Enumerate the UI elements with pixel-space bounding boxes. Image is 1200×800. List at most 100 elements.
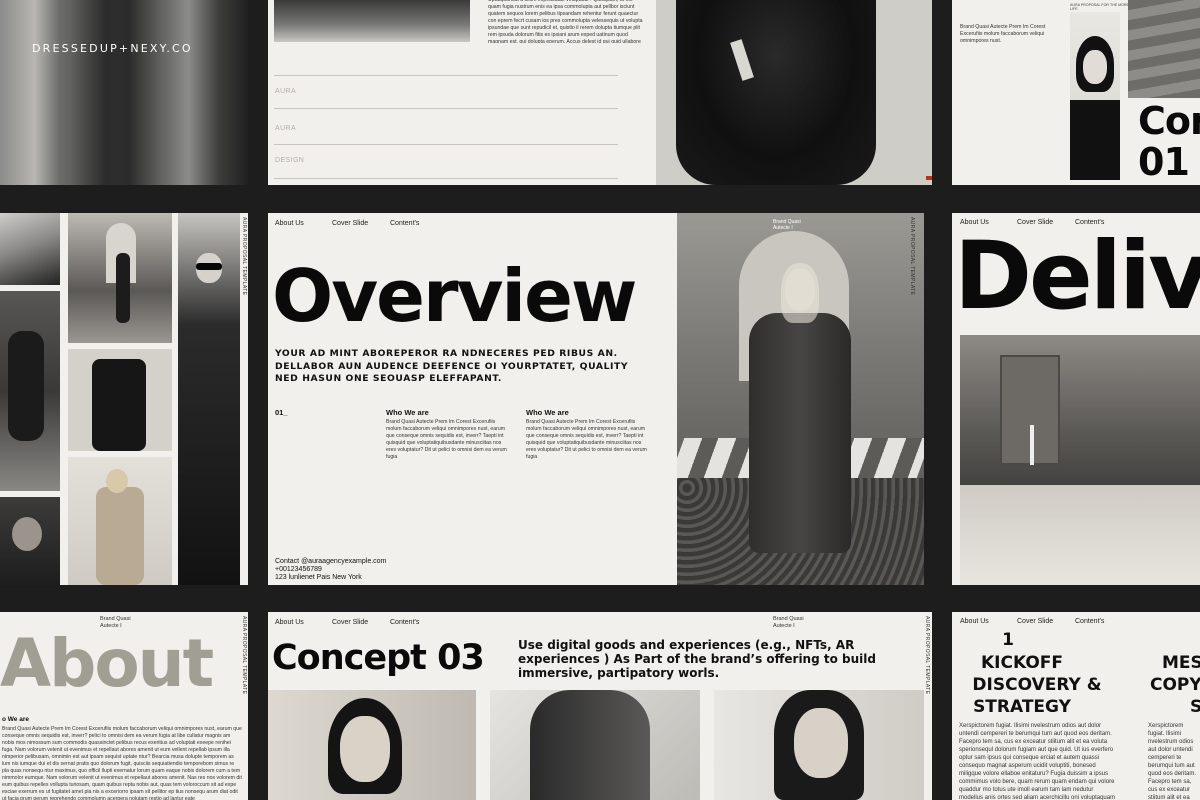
contact-address: 123 lunlienet Pais New York [275,574,362,581]
tr-caption: AURA PROPOSAL FOR THE MORE LIFE [1070,3,1129,11]
table-shape [960,485,1200,585]
collage-photo-4 [0,291,60,491]
trench-figure [96,487,144,585]
tr-title-line1: Con [1138,99,1200,143]
form-field-2[interactable]: AURA [275,125,296,132]
concept-nav: About Us Cover Slide Content's [275,619,419,626]
overview-title: Overview [272,254,637,338]
about-subheading: o We are [2,716,29,723]
nav-cover-slide[interactable]: Cover Slide [1017,618,1075,625]
body-shape [1070,100,1120,180]
dark-figure [92,359,146,451]
portrait-bangs-photo [1070,12,1120,180]
walker-shape [116,253,130,323]
concept-caption-1: Brand Quasi [773,616,804,622]
coat-fold-shade [70,0,130,185]
kickoff-body: Xerspictorem fugiat. Ilisimi nvelestrum … [959,723,1116,800]
slide-form: Uptatquuntiat a arum expeditatae volupta… [268,0,932,185]
tr-paragraph: Brand Quasi Autecte Prem Im Corest Excer… [960,24,1046,44]
right-body: Xerspictorem fugiat. Ilisimi nvelestrum … [1148,723,1197,800]
form-field-3[interactable]: DESIGN [275,157,304,164]
kickoff-number: 1 [1002,630,1014,650]
collage-photo-6 [68,457,172,585]
nav-cover-slide[interactable]: Cover Slide [332,619,390,626]
black-coat-shape [676,0,876,185]
overview-vertical-label: AURA PROPOSAL TEMPLATE [909,217,915,296]
slide-kickoff: About Us Cover Slide Content's 1 KICKOFF… [952,612,1200,800]
nav-about-us[interactable]: About Us [960,618,1017,625]
about-caption-1: Brand Quasi [100,616,131,622]
slide-about: Brand Quasi Autecte I About o We are Bra… [0,612,248,800]
collage-photo-5 [68,349,172,451]
stairs-photo [1128,0,1200,98]
overview-street-photo [677,213,924,585]
form-field-1[interactable]: AURA [275,88,296,95]
right-title-3: S [1190,697,1200,717]
form-divider-4 [274,178,618,179]
nav-about-us[interactable]: About Us [275,220,332,227]
concept-title: Concept 03 [272,638,485,678]
nav-contents[interactable]: Content's [390,619,419,626]
nav-contents[interactable]: Content's [390,220,419,227]
nav-contents[interactable]: Content's [1075,618,1104,625]
face-shape [1083,50,1107,84]
overview-index: 01_ [275,408,288,417]
form-photo-strip [274,0,470,42]
dining-photo [960,335,1200,585]
who-heading-2: Who We are [526,408,569,417]
cover-figure [530,690,650,800]
slide-collage: AURA PROPOSAL TEMPLATE [0,213,248,585]
form-paragraph: Uptatquuntiat a arum expeditatae volupta… [488,0,643,43]
right-title-2: COPY [1150,675,1200,695]
about-body: Brand Quasi Autecte Prem Im Corest Excer… [2,726,242,800]
tr-title-line2: 01 [1138,140,1190,184]
who-body-1: Brand Quasi Autecte Prem Im Corest Excer… [386,419,507,459]
collage-photo-2 [68,213,172,343]
seated-figure [8,331,44,441]
trench-head [106,469,128,493]
model-coat [749,313,851,553]
slide-concept-03: About Us Cover Slide Content's Brand Qua… [268,612,932,800]
nav-about-us[interactable]: About Us [275,619,332,626]
model-hair [781,263,819,323]
concept-caption-2: Autecte I [773,623,795,629]
kickoff-title-3: STRATEGY [973,697,1071,717]
kickoff-title-1: KICKOFF [980,653,1064,673]
collage-photo-7 [0,497,60,585]
right-title-1: MES [1162,653,1200,673]
contact-phone: +00123456789 [275,566,322,573]
collage-photo-1 [0,213,60,285]
slide-coats-photo: DRESSEDUP+NEXY.CO [0,0,248,185]
photo-caption-1: Brand Quasi Autecte I [773,219,801,231]
portrait-head [12,517,42,551]
nav-cover-slide[interactable]: Cover Slide [332,220,390,227]
concept-vertical-label: AURA PROPOSAL TEMPLATE [924,616,930,695]
who-body-2: Brand Quasi Autecte Prem Im Corest Excer… [526,419,647,459]
collage-photo-3 [178,213,240,585]
black-coat-photo [656,0,932,185]
about-vertical-label: AURA PROPOSAL TEMPLATE [241,616,247,695]
pose-face [794,708,848,778]
red-accent-bar [926,176,932,180]
candle [1030,425,1034,465]
concept-photo-1 [268,690,476,800]
concept-description: Use digital goods and experiences (e.g.,… [518,638,876,680]
about-title: About [0,625,214,702]
sunglasses [196,263,222,270]
concept-photo-3 [714,690,924,800]
form-divider-3 [274,144,618,145]
concept-photo-2 [490,690,700,800]
slide-concept-01: Brand Quasi Autecte Prem Im Corest Excer… [952,0,1200,185]
slide-deliverables: About Us Cover Slide Content's Deliv [952,213,1200,585]
slide-overview: About Us Cover Slide Content's Overview … [268,213,924,585]
overview-nav: About Us Cover Slide Content's [275,220,419,227]
contact-email[interactable]: Contact @auraagencyexample.com [275,558,386,565]
bob-face [340,716,390,782]
kickoff-nav: About Us Cover Slide Content's [960,618,1104,625]
collage-vertical-label: AURA PROPOSAL TEMPLATE [241,217,247,296]
form-divider-2 [274,108,618,109]
form-divider-top [274,75,618,76]
deliv-title: Deliv [954,222,1200,331]
who-heading-1: Who We are [386,408,429,417]
kickoff-title-2: DISCOVERY & [972,675,1102,695]
